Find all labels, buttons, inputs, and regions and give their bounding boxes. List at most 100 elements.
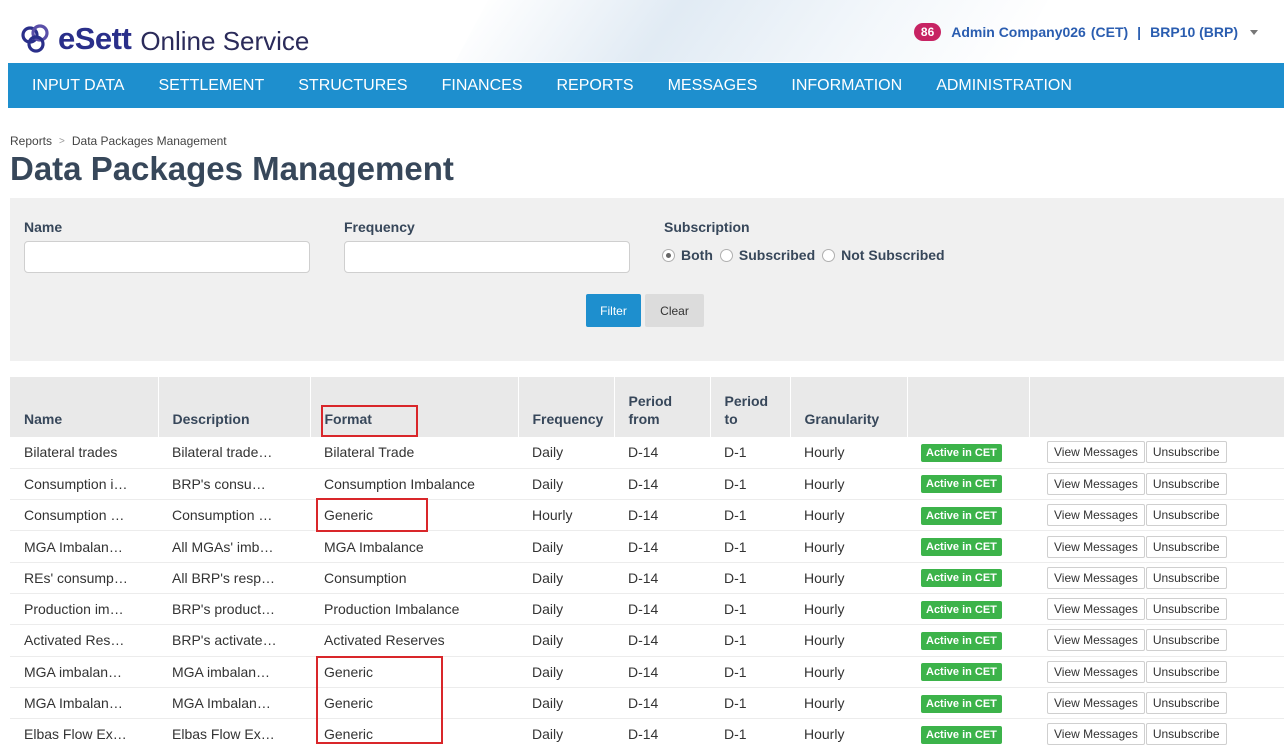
breadcrumb-reports[interactable]: Reports bbox=[10, 134, 52, 148]
col-header-granularity[interactable]: Granularity bbox=[789, 377, 907, 437]
unsubscribe-button[interactable]: Unsubscribe bbox=[1145, 472, 1227, 495]
filter-button[interactable]: Filter bbox=[586, 294, 641, 327]
radio-not-subscribed[interactable]: Not Subscribed bbox=[822, 247, 945, 263]
cell-granularity: Hourly bbox=[790, 687, 907, 720]
app-header: eSett Online Service 86 Admin Company026… bbox=[0, 0, 1284, 62]
radio-both-indicator[interactable] bbox=[662, 248, 675, 262]
cell-name: MGA Imbalan… bbox=[10, 530, 158, 563]
cell-format: Bilateral Trade bbox=[310, 437, 518, 469]
nav-item-input-data[interactable]: INPUT DATA bbox=[32, 77, 124, 95]
radio-subscribed-indicator[interactable] bbox=[719, 248, 733, 262]
nav-item-administration[interactable]: ADMINISTRATION bbox=[936, 77, 1072, 95]
nav-item-structures[interactable]: STRUCTURES bbox=[298, 77, 407, 95]
cell-description: All BRP's resp… bbox=[158, 562, 310, 594]
cell-granularity: Hourly bbox=[790, 562, 907, 594]
nav-item-reports[interactable]: REPORTS bbox=[557, 77, 634, 95]
view-messages-button[interactable]: View Messages bbox=[1047, 723, 1145, 746]
unsubscribe-button[interactable]: Unsubscribe bbox=[1145, 535, 1227, 558]
cell-frequency: Daily bbox=[518, 562, 614, 594]
cell-granularity: Hourly bbox=[790, 624, 907, 657]
esett-logo[interactable]: eSett Online Service bbox=[20, 21, 310, 56]
table-row[interactable]: REs' consump… All BRP's resp… Consumption D… bbox=[10, 562, 1284, 594]
table-row[interactable]: Activated Res… BRP's activate… Activated R… bbox=[10, 624, 1284, 657]
col-header-name[interactable]: Name bbox=[10, 377, 158, 437]
cell-actions: View Messages Unsubscribe bbox=[1029, 718, 1284, 747]
table-row[interactable]: MGA Imbalan… MGA Imbalan… Generic Daily D-14… bbox=[10, 687, 1284, 720]
table-row[interactable]: Elbas Flow Ex… Elbas Flow Ex… Generic Daily… bbox=[10, 718, 1284, 747]
view-messages-button[interactable]: View Messages bbox=[1047, 566, 1145, 589]
unsubscribe-button[interactable]: Unsubscribe bbox=[1145, 660, 1227, 683]
radio-not-subscribed-indicator[interactable] bbox=[822, 248, 836, 262]
nav-item-settlement[interactable]: SETTLEMENT bbox=[158, 77, 264, 95]
table-row[interactable]: Bilateral trades Bilateral trade… Bilatera… bbox=[10, 437, 1284, 469]
status-badge: Active in CET bbox=[921, 569, 1002, 588]
chevron-down-icon[interactable] bbox=[1250, 29, 1258, 35]
view-messages-button[interactable]: View Messages bbox=[1047, 692, 1145, 715]
col-header-period-to-label-2: to bbox=[724, 411, 738, 427]
status-badge: Active in CET bbox=[921, 506, 1002, 525]
cell-frequency: Daily bbox=[518, 593, 614, 626]
clear-button[interactable]: Clear bbox=[645, 294, 704, 327]
cell-format: Consumption Imbalance bbox=[310, 468, 518, 501]
status-badge: Active in CET bbox=[921, 663, 1002, 682]
unsubscribe-button[interactable]: Unsubscribe bbox=[1145, 598, 1227, 621]
brand-subtitle: Online Service bbox=[140, 25, 310, 56]
cell-format: Generic bbox=[310, 656, 518, 688]
table-row[interactable]: Consumption … Consumption … Generic Hourly D… bbox=[10, 499, 1284, 532]
nav-item-finances[interactable]: FINANCES bbox=[442, 77, 523, 95]
view-messages-button[interactable]: View Messages bbox=[1047, 472, 1145, 495]
cell-name: MGA Imbalan… bbox=[10, 687, 158, 720]
col-header-period-from-label-2: from bbox=[628, 411, 660, 427]
cell-to: D-1 bbox=[710, 593, 790, 626]
cell-to: D-1 bbox=[710, 437, 790, 469]
radio-both-label: Both bbox=[681, 247, 713, 263]
table-row[interactable]: MGA imbalan… MGA imbalan… Generic Daily D-14… bbox=[10, 656, 1284, 688]
view-messages-button[interactable]: View Messages bbox=[1047, 504, 1145, 527]
unsubscribe-button[interactable]: Unsubscribe bbox=[1145, 692, 1227, 715]
user-timezone: (CET) bbox=[1090, 24, 1129, 40]
table-row[interactable]: Production im… BRP's product… Production I… bbox=[10, 593, 1284, 626]
table-row[interactable]: Consumption i… BRP's consu… Consumption Im… bbox=[10, 468, 1284, 501]
col-header-description[interactable]: Description bbox=[157, 377, 310, 437]
radio-subscribed[interactable]: Subscribed bbox=[719, 247, 816, 263]
col-header-format-label: Format bbox=[324, 411, 372, 427]
frequency-filter-input[interactable] bbox=[344, 241, 630, 273]
status-badge: Active in CET bbox=[921, 475, 1002, 494]
unsubscribe-button[interactable]: Unsubscribe bbox=[1145, 504, 1227, 527]
cell-name: Production im… bbox=[10, 593, 158, 626]
view-messages-button[interactable]: View Messages bbox=[1047, 535, 1145, 558]
col-header-actions bbox=[1028, 377, 1284, 437]
col-header-frequency[interactable]: Frequency bbox=[517, 377, 614, 437]
cell-to: D-1 bbox=[710, 687, 790, 720]
cell-from: D-14 bbox=[614, 530, 710, 563]
radio-both[interactable]: Both bbox=[662, 247, 713, 263]
col-header-period-from[interactable]: Period from bbox=[613, 377, 710, 437]
user-menu[interactable]: 86 Admin Company026 (CET) | BRP10 (BRP) bbox=[913, 23, 1258, 41]
cell-to: D-1 bbox=[710, 718, 790, 747]
cell-to: D-1 bbox=[710, 656, 790, 688]
nav-item-messages[interactable]: MESSAGES bbox=[668, 77, 758, 95]
frequency-filter-label: Frequency bbox=[344, 219, 415, 235]
view-messages-button[interactable]: View Messages bbox=[1047, 629, 1145, 652]
unsubscribe-button[interactable]: Unsubscribe bbox=[1145, 566, 1227, 589]
cell-format: Activated Reserves bbox=[310, 624, 518, 657]
table-body: Bilateral trades Bilateral trade… Bilatera… bbox=[10, 437, 1284, 747]
table-row[interactable]: MGA Imbalan… All MGAs' imb… MGA Imbalance D… bbox=[10, 530, 1284, 563]
col-header-period-to[interactable]: Period to bbox=[709, 377, 790, 437]
col-header-description-label: Description bbox=[172, 411, 250, 427]
unsubscribe-button[interactable]: Unsubscribe bbox=[1145, 629, 1227, 652]
cell-format: Generic bbox=[310, 499, 518, 532]
cell-status: Active in CET bbox=[907, 499, 1029, 532]
col-header-format[interactable]: Format bbox=[309, 377, 518, 437]
unsubscribe-button[interactable]: Unsubscribe bbox=[1145, 441, 1227, 464]
name-filter-input[interactable] bbox=[24, 241, 310, 273]
view-messages-button[interactable]: View Messages bbox=[1047, 598, 1145, 621]
nav-item-information[interactable]: INFORMATION bbox=[791, 77, 902, 95]
radio-subscribed-label: Subscribed bbox=[738, 247, 816, 263]
main-nav: INPUT DATA SETTLEMENT STRUCTURES FINANCE… bbox=[8, 63, 1284, 108]
unsubscribe-button[interactable]: Unsubscribe bbox=[1145, 723, 1227, 746]
notification-badge[interactable]: 86 bbox=[913, 23, 942, 41]
status-badge: Active in CET bbox=[921, 600, 1002, 619]
view-messages-button[interactable]: View Messages bbox=[1047, 660, 1145, 683]
view-messages-button[interactable]: View Messages bbox=[1047, 441, 1145, 464]
